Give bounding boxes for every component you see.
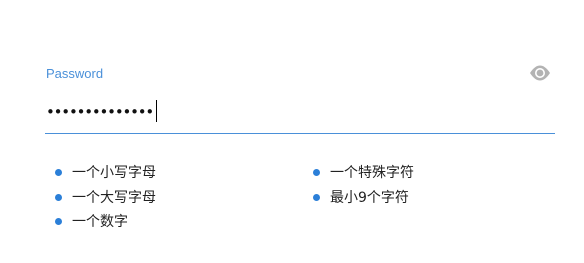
requirement-uppercase: 一个大写字母 [55, 188, 156, 213]
requirement-number: 一个数字 [55, 212, 156, 237]
text-caret [156, 100, 158, 122]
requirements-right-column: 一个特殊字符 最小9个字符 [313, 163, 414, 212]
requirement-special-char: 一个特殊字符 [313, 163, 414, 188]
requirements-left-column: 一个小写字母 一个大写字母 一个数字 [55, 163, 156, 237]
password-label: Password [46, 66, 104, 81]
bullet-icon [313, 193, 320, 201]
password-field: Password •••••••••••••• [45, 62, 555, 135]
requirement-min-length: 最小9个字符 [313, 188, 414, 213]
password-masked-value: •••••••••••••• [46, 103, 154, 121]
bullet-icon [55, 193, 62, 201]
requirement-lowercase: 一个小写字母 [55, 163, 156, 188]
password-requirements: 一个小写字母 一个大写字母 一个数字 一个特殊字符 最小9个字符 [55, 163, 555, 243]
requirement-text: 一个大写字母 [72, 189, 156, 206]
requirement-text: 一个数字 [72, 214, 128, 230]
requirement-text: 最小9个字符 [330, 189, 409, 206]
bullet-icon [55, 169, 62, 176]
bullet-icon [313, 169, 320, 176]
password-underline [45, 133, 555, 134]
requirement-text: 一个小写字母 [72, 165, 156, 181]
password-input[interactable]: •••••••••••••• [46, 100, 158, 122]
eye-icon[interactable] [529, 64, 551, 82]
bullet-icon [55, 218, 62, 225]
requirement-text: 一个特殊字符 [330, 165, 414, 181]
